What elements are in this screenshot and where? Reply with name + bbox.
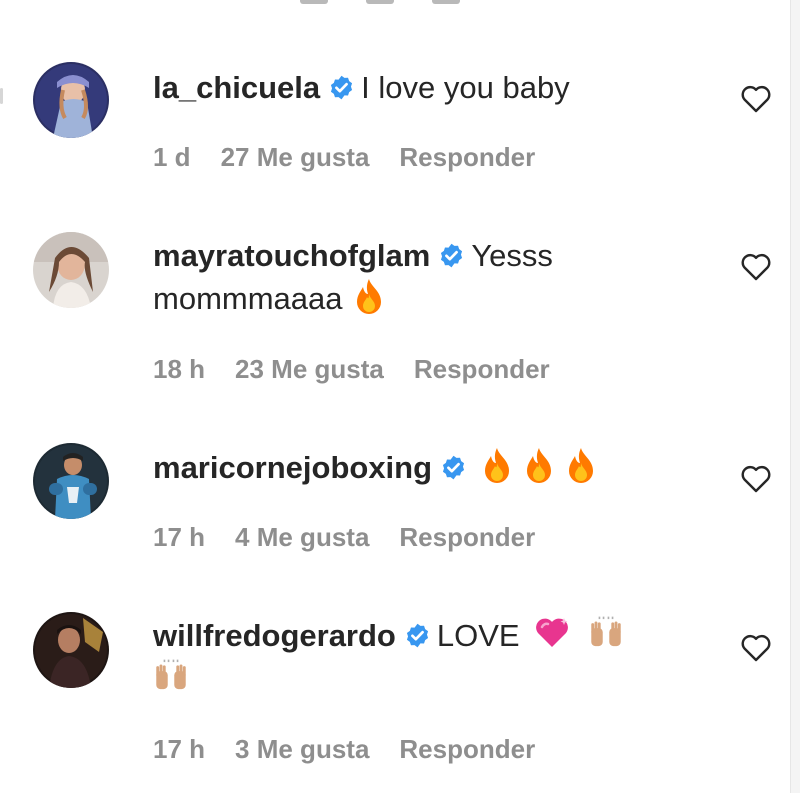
verified-badge-icon (404, 622, 431, 649)
like-heart-icon[interactable] (740, 84, 772, 114)
comment-time: 18 h (153, 354, 206, 384)
comment-time: 17 h (153, 734, 206, 764)
avatar-image (33, 443, 109, 519)
like-heart-icon[interactable] (740, 464, 772, 494)
comment-likes[interactable]: 3 Me gusta (235, 734, 369, 765)
comment-time: 17 h (153, 522, 206, 552)
avatar[interactable] (33, 612, 109, 688)
comment-likes[interactable]: 27 Me gusta (221, 142, 370, 173)
avatar-image (33, 232, 109, 308)
verified-badge-icon (328, 74, 355, 101)
comment-username[interactable]: la_chicuela (153, 70, 320, 105)
avatar[interactable] (33, 62, 109, 138)
comment-time: 1 d (153, 142, 191, 172)
comment-text-line2: mommmaaaa (153, 281, 343, 316)
avatar[interactable] (33, 232, 109, 308)
comment-text: Yesss (471, 238, 553, 273)
edge-marker (0, 88, 3, 104)
fire-emoji-icon (351, 277, 387, 315)
comment-username[interactable]: willfredogerardo (153, 618, 396, 653)
comment-username[interactable]: mayratouchofglam (153, 238, 430, 273)
comment-meta: 17 h 4 Me gusta Responder (153, 522, 535, 553)
comment-likes[interactable]: 4 Me gusta (235, 522, 369, 553)
reply-button[interactable]: Responder (399, 142, 535, 173)
comment-text: LOVE (436, 618, 520, 653)
comment-meta: 1 d 27 Me gusta Responder (153, 142, 535, 173)
avatar-image (33, 612, 109, 688)
raising-hands-emoji-icon (153, 657, 189, 695)
fire-emoji-icon (563, 446, 599, 484)
fire-emoji-icon (521, 446, 557, 484)
verified-badge-icon (438, 242, 465, 269)
comment-username[interactable]: maricornejoboxing (153, 450, 432, 485)
comment-meta: 18 h 23 Me gusta Responder (153, 354, 550, 385)
verified-badge-icon (440, 454, 467, 481)
scrollbar[interactable] (790, 0, 800, 793)
avatar-image (33, 62, 109, 138)
reply-button[interactable]: Responder (399, 734, 535, 765)
comment-text: I love you baby (361, 70, 570, 105)
previous-comment-meta-cutoff (300, 0, 530, 8)
reply-button[interactable]: Responder (399, 522, 535, 553)
reply-button[interactable]: Responder (414, 354, 550, 385)
like-heart-icon[interactable] (740, 633, 772, 663)
comment-meta: 17 h 3 Me gusta Responder (153, 734, 535, 765)
sparkling-heart-emoji-icon (534, 614, 570, 652)
like-heart-icon[interactable] (740, 252, 772, 282)
raising-hands-emoji-icon (588, 614, 624, 652)
avatar[interactable] (33, 443, 109, 519)
fire-emoji-icon (479, 446, 515, 484)
comment-likes[interactable]: 23 Me gusta (235, 354, 384, 385)
